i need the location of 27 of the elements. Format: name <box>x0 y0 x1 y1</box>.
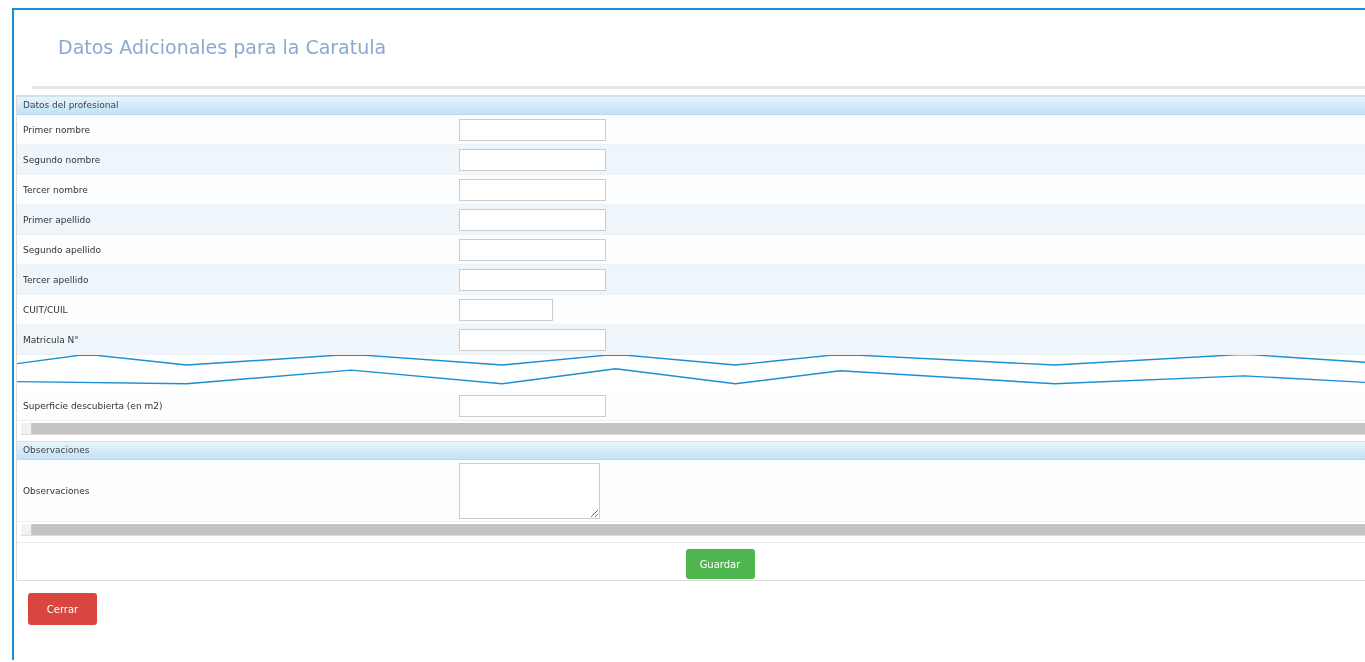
text-field[interactable] <box>459 298 553 321</box>
field-label: Segundo nombre <box>22 154 102 165</box>
field-label: Primer nombre <box>22 124 92 135</box>
close-button[interactable]: Cerrar <box>28 593 97 625</box>
page-title: Datos Adicionales para la Caratula <box>57 35 388 60</box>
section-header: Observaciones <box>17 441 1365 460</box>
field-label: Superficie descubierta (en m2) <box>22 400 164 411</box>
field-label: Tercer nombre <box>22 184 89 195</box>
text-field[interactable] <box>459 328 606 351</box>
text-field[interactable] <box>459 148 606 171</box>
text-field[interactable] <box>459 118 606 141</box>
text-area[interactable] <box>459 462 600 519</box>
field-label: Tercer apellido <box>22 274 90 285</box>
field-label: Observaciones <box>22 485 91 496</box>
text-field[interactable] <box>459 208 606 231</box>
text-field[interactable] <box>459 238 606 261</box>
save-button[interactable]: Guardar <box>685 549 755 579</box>
text-field[interactable] <box>459 268 606 291</box>
field-label: CUIT/CUIL <box>22 304 69 315</box>
field-label: Primer apellido <box>22 214 92 225</box>
horizontal-scrollbar[interactable] <box>21 524 1365 536</box>
section-header: Datos del profesional <box>17 96 1365 115</box>
text-field[interactable] <box>459 178 606 201</box>
text-field[interactable] <box>459 394 606 417</box>
field-label: Segundo apellido <box>22 244 102 255</box>
horizontal-scrollbar[interactable] <box>21 423 1365 435</box>
field-label: Matricula N° <box>22 334 80 345</box>
